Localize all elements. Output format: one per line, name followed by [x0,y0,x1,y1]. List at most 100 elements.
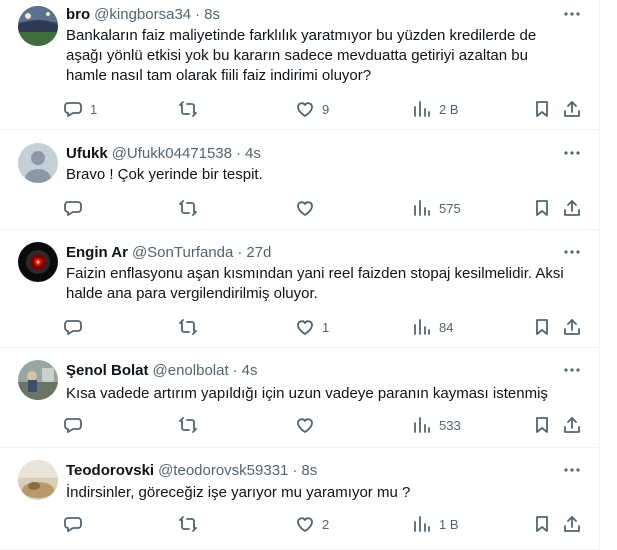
retweet-icon [179,319,197,335]
like-icon [297,517,313,532]
tweet-actions: 2 1 B [60,513,600,535]
share-icon [564,101,580,117]
retweet-button[interactable] [179,98,205,120]
more-icon[interactable] [560,460,584,480]
like-count: 2 [322,516,330,532]
views-button[interactable]: 533 [413,414,461,436]
reply-icon [64,102,82,117]
avatar[interactable] [18,6,58,46]
share-button[interactable] [563,513,581,535]
views-icon [414,417,430,433]
views-icon [414,516,430,532]
share-button[interactable] [563,98,581,120]
reply-button[interactable] [64,414,90,436]
timestamp[interactable]: 8s [204,6,220,23]
more-icon[interactable] [560,143,584,163]
reply-icon [64,201,82,216]
reply-feed: bro @kingborsa34 · 8s Bankaların faiz ma… [0,0,600,550]
retweet-button[interactable] [179,197,205,219]
like-button[interactable]: 1 [296,316,329,338]
like-icon [297,102,313,117]
timestamp[interactable]: 4s [245,145,261,162]
reply-count: 1 [90,101,98,117]
user-handle[interactable]: @kingborsa34 [94,6,191,23]
retweet-button[interactable] [179,414,205,436]
avatar[interactable] [18,143,58,183]
share-button[interactable] [563,197,581,219]
bookmark-button[interactable] [533,98,551,120]
display-name[interactable]: Şenol Bolat [66,362,149,379]
tweet-actions: 533 [60,414,600,436]
like-count: 1 [322,319,330,335]
views-button[interactable]: 84 [413,316,453,338]
more-icon[interactable] [560,4,584,24]
views-count: 575 [439,200,461,216]
like-button[interactable] [296,414,322,436]
display-name[interactable]: Ufukk [66,145,108,162]
user-handle[interactable]: @teodorovsk59331 [158,462,288,479]
user-handle[interactable]: @SonTurfanda [132,244,233,261]
share-icon [564,319,580,335]
avatar[interactable] [18,242,58,282]
views-button[interactable]: 575 [413,197,461,219]
like-icon [297,320,313,335]
retweet-button[interactable] [179,513,205,535]
share-icon [564,200,580,216]
reply-button[interactable] [64,197,90,219]
like-count: 9 [322,101,330,117]
bookmark-button[interactable] [533,414,551,436]
like-button[interactable]: 2 [296,513,329,535]
share-button[interactable] [563,414,581,436]
retweet-icon [179,516,197,532]
display-name[interactable]: Teodorovski [66,462,154,479]
share-button[interactable] [563,316,581,338]
views-count: 2 B [439,101,459,117]
reply-icon [64,320,82,335]
reply-button[interactable] [64,513,90,535]
avatar[interactable] [18,360,58,400]
like-button[interactable]: 9 [296,98,329,120]
tweet[interactable]: Engin Ar @SonTurfanda · 27d Faizin enfla… [0,230,600,348]
bookmark-icon [536,200,548,216]
user-handle[interactable]: @Ufukk04471538 [112,145,232,162]
share-icon [564,417,580,433]
tweet[interactable]: Ufukk @Ufukk04471538 · 4s Bravo ! Çok ye… [0,130,600,230]
bookmark-icon [536,417,548,433]
tweet-text: Bravo ! Çok yerinde bir tespit. [66,166,263,183]
tweet[interactable]: Şenol Bolat @enolbolat · 4s Kısa vadede … [0,348,600,448]
tweet-actions: 575 [60,197,600,219]
reply-icon [64,517,82,532]
display-name[interactable]: Engin Ar [66,244,128,261]
tweet-text: Bankaların faiz maliyetinde farklılık ya… [66,27,537,84]
tweet[interactable]: bro @kingborsa34 · 8s Bankaların faiz ma… [0,0,600,130]
avatar[interactable] [18,460,58,500]
timestamp[interactable]: 8s [301,462,317,479]
user-handle[interactable]: @enolbolat [153,362,229,379]
more-icon[interactable] [560,360,584,380]
bookmark-icon [536,516,548,532]
like-button[interactable] [296,197,322,219]
more-icon[interactable] [560,242,584,262]
retweet-button[interactable] [179,316,205,338]
tweet-actions: 1 9 2 B [60,98,600,120]
bookmark-button[interactable] [533,197,551,219]
reply-button[interactable] [64,316,90,338]
timestamp[interactable]: 27d [246,244,271,261]
like-icon [297,201,313,216]
views-icon [414,319,430,335]
reply-icon [64,418,82,433]
like-icon [297,418,313,433]
views-button[interactable]: 2 B [413,98,459,120]
timestamp[interactable]: 4s [242,362,258,379]
retweet-icon [179,200,197,216]
bookmark-icon [536,319,548,335]
views-icon [414,200,430,216]
views-button[interactable]: 1 B [413,513,459,535]
bookmark-button[interactable] [533,513,551,535]
reply-button[interactable]: 1 [64,98,97,120]
tweet[interactable]: Teodorovski @teodorovsk59331 · 8s İndirs… [0,448,600,550]
tweet-text: İndirsinler, göreceğiz işe yarıyor mu ya… [66,484,411,501]
display-name[interactable]: bro [66,6,90,23]
bookmark-button[interactable] [533,316,551,338]
views-count: 1 B [439,516,459,532]
